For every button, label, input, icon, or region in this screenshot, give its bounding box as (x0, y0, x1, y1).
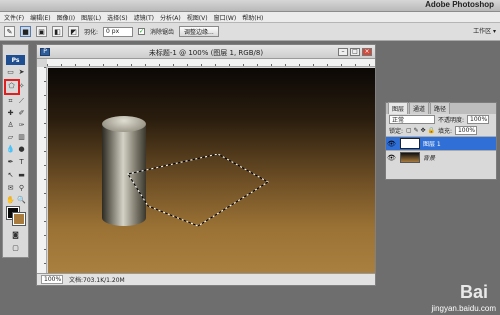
intersect-selection-icon[interactable]: ◩ (68, 26, 79, 37)
notes-tool-icon[interactable]: ✉ (6, 184, 15, 193)
layers-panel-tabs: 图层 通道 路径 (386, 102, 496, 114)
refine-edge-button[interactable]: 调整边缘... (179, 26, 219, 37)
menu-help[interactable]: 帮助(H) (242, 13, 263, 22)
workspace-dropdown[interactable]: 工作区 ▾ (473, 26, 496, 35)
menu-bar: 文件(F) 编辑(E) 图像(I) 图层(L) 选择(S) 滤镜(T) 分析(A… (0, 12, 500, 23)
tab-paths[interactable]: 路径 (430, 102, 451, 114)
move-tool-icon[interactable]: ➤ (17, 68, 26, 77)
menu-layer[interactable]: 图层(L) (81, 13, 101, 22)
lock-fill-row: 锁定: ▢ ✎ ✥ 🔒 填充: 100% (386, 125, 496, 136)
document-info[interactable]: 文档:703.1K/1.20M (69, 275, 125, 284)
document-title: 未标题-1 @ 100% (图层 1, RGB/8) (148, 49, 264, 57)
menu-analysis[interactable]: 分析(A) (160, 13, 181, 22)
blend-opacity-row: 正常 不透明度: 100% (386, 114, 496, 125)
quick-mask-icon[interactable]: ◙ (11, 231, 20, 240)
crop-tool-icon[interactable]: ⌗ (6, 97, 15, 106)
watermark-url: jingyan.baidu.com (431, 304, 496, 313)
menu-image[interactable]: 图像(I) (57, 13, 75, 22)
maximize-icon[interactable]: □ (350, 48, 360, 56)
watermark-logo: Bai (459, 282, 488, 302)
subtract-selection-icon[interactable]: ◧ (52, 26, 63, 37)
menu-filter[interactable]: 滤镜(T) (134, 13, 154, 22)
history-brush-tool-icon[interactable]: ✑ (17, 121, 26, 130)
magic-wand-tool-icon[interactable]: ✧ (17, 82, 26, 91)
menu-file[interactable]: 文件(F) (4, 13, 24, 22)
ruler-vertical[interactable] (37, 67, 47, 273)
zoom-level-input[interactable]: 100% (41, 275, 63, 284)
dodge-tool-icon[interactable]: ● (17, 145, 26, 154)
path-select-tool-icon[interactable]: ↖ (6, 171, 15, 180)
layers-panel: 图层 通道 路径 正常 不透明度: 100% 锁定: ▢ ✎ ✥ 🔒 填充: 1… (385, 102, 497, 180)
close-icon[interactable]: × (362, 48, 372, 56)
healing-tool-icon[interactable]: ✚ (6, 109, 15, 118)
zoom-tool-icon[interactable]: 🔍 (17, 196, 26, 205)
eye-icon[interactable]: 👁 (386, 154, 397, 162)
feather-label: 羽化: (84, 29, 99, 36)
opacity-input[interactable]: 100% (467, 115, 490, 124)
canvas[interactable] (48, 68, 375, 273)
slice-tool-icon[interactable]: ⟋ (17, 97, 26, 106)
tools-panel: Ps ▭ ➤ ⬠ ✧ ⌗ ⟋ ✚ ✐ ♙ ✑ ▱ ▥ 💧 ● ✒ T ↖ ▬ ✉… (2, 44, 29, 258)
gradient-tool-icon[interactable]: ▥ (17, 133, 26, 142)
antialias-checkbox[interactable]: ✓ (138, 28, 146, 35)
menu-window[interactable]: 窗口(W) (214, 13, 237, 22)
layer-name: 图层 1 (423, 141, 441, 148)
layer-thumbnail (400, 138, 420, 149)
screen-mode-icon[interactable]: ▢ (11, 244, 20, 253)
tab-channels[interactable]: 通道 (409, 102, 430, 114)
polygon-selection (127, 154, 269, 227)
antialias-label: 消除锯齿 (150, 29, 175, 36)
pen-tool-icon[interactable]: ✒ (6, 158, 15, 167)
eyedropper-tool-icon[interactable]: ⚲ (17, 184, 26, 193)
feather-input[interactable]: 0 px (103, 26, 134, 37)
tab-layers[interactable]: 图层 (388, 102, 409, 114)
eraser-tool-icon[interactable]: ▱ (6, 133, 15, 142)
hand-tool-icon[interactable]: ✋ (6, 196, 15, 205)
cylinder-top (102, 116, 146, 132)
new-selection-icon[interactable]: ■ (20, 26, 31, 37)
lasso-tool-preset-icon[interactable]: ✎ (4, 26, 15, 37)
shape-tool-icon[interactable]: ▬ (17, 171, 26, 180)
opacity-label: 不透明度: (438, 117, 465, 124)
menu-view[interactable]: 视图(V) (187, 13, 208, 22)
layer-row[interactable]: 👁 背景 (386, 150, 496, 164)
ruler-horizontal[interactable] (47, 59, 375, 67)
minimize-icon[interactable]: – (338, 48, 348, 56)
background-color-swatch[interactable] (12, 212, 26, 226)
fill-input[interactable]: 100% (454, 126, 477, 135)
document-status-bar: 100% 文档:703.1K/1.20M (37, 273, 375, 285)
lock-icons[interactable]: ▢ ✎ ✥ 🔒 (406, 127, 435, 134)
marquee-tool-icon[interactable]: ▭ (6, 68, 15, 77)
app-title: Adobe Photoshop (425, 0, 494, 9)
brush-tool-icon[interactable]: ✐ (17, 109, 26, 118)
document-title-bar[interactable]: P 未标题-1 @ 100% (图层 1, RGB/8) – □ × (37, 45, 375, 59)
title-bar: Adobe Photoshop (0, 0, 500, 12)
type-tool-icon[interactable]: T (17, 158, 26, 167)
eye-icon[interactable]: 👁 (386, 140, 397, 148)
blend-mode-select[interactable]: 正常 (389, 115, 435, 124)
menu-edit[interactable]: 编辑(E) (30, 13, 50, 22)
layer-name: 背景 (423, 155, 436, 162)
layer-row[interactable]: 👁 图层 1 (386, 136, 496, 150)
options-bar: ✎ ■ ▣ ◧ ◩ 羽化: 0 px ✓ 消除锯齿 调整边缘... 工作区 ▾ (0, 23, 500, 41)
document-window: P 未标题-1 @ 100% (图层 1, RGB/8) – □ × 100% … (36, 44, 376, 286)
add-selection-icon[interactable]: ▣ (36, 26, 47, 37)
fill-label: 填充: (437, 128, 452, 135)
menu-select[interactable]: 选择(S) (107, 13, 128, 22)
blur-tool-icon[interactable]: 💧 (6, 145, 15, 154)
layer-thumbnail (400, 152, 420, 163)
lock-label: 锁定: (389, 128, 404, 135)
clone-stamp-tool-icon[interactable]: ♙ (6, 121, 15, 130)
ps-logo: Ps (6, 55, 25, 65)
